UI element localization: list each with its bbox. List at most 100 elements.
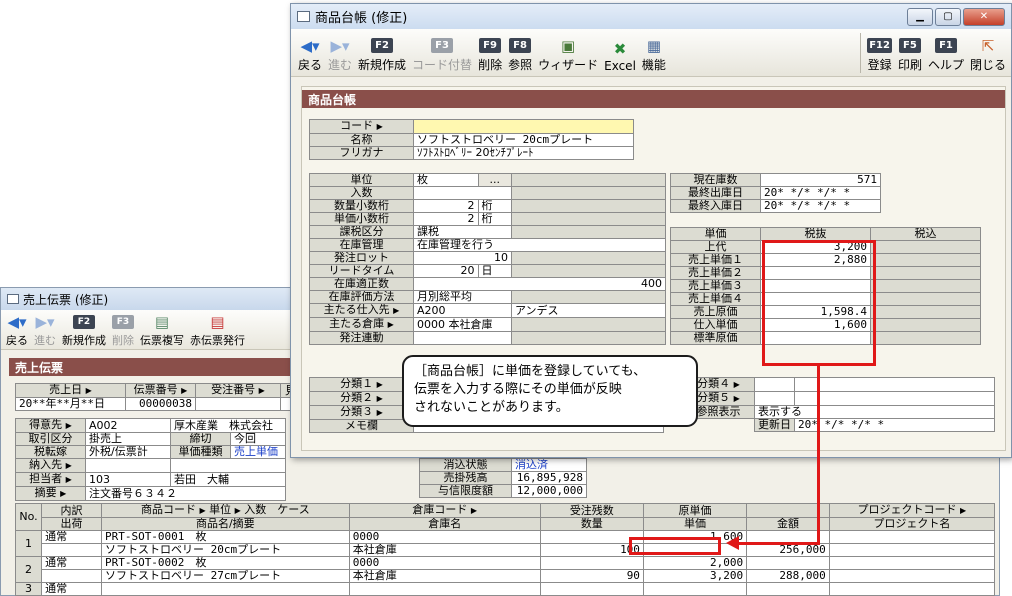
table-row[interactable]: ソフトストロベリー 20cmプレート 本社倉庫 100 256,000 xyxy=(16,543,996,557)
reference-button[interactable]: F8 参照 xyxy=(505,33,535,73)
lead-time-field[interactable]: 20 xyxy=(413,264,479,278)
window-controls: ▁ ▢ ✕ xyxy=(907,7,1005,26)
name-field[interactable]: ソフトストロベリー 20cmプレート xyxy=(413,133,634,147)
f12-key-icon: F12 xyxy=(867,38,892,53)
excel-icon: ✖ xyxy=(613,40,627,58)
main-warehouse-label: 主たる倉庫 ▶ xyxy=(309,317,414,332)
code-label: コード ▶ xyxy=(309,119,414,134)
table-row[interactable]: 1 通常 PRT-SOT-0001 枚 0000 1,600 xyxy=(14,530,996,557)
delivery-field[interactable] xyxy=(85,458,171,473)
print-button[interactable]: F5 印刷 xyxy=(895,33,925,73)
kana-label: フリガナ xyxy=(309,146,414,160)
tax-field[interactable]: 外税/伝票計 xyxy=(85,445,171,459)
grid-header-name: 商品名/摘要 xyxy=(100,517,350,531)
proper-stock-field[interactable]: 400 xyxy=(413,277,666,291)
ref-display-field[interactable]: 表示する xyxy=(754,405,995,419)
customer-label: 得意先 ▶ xyxy=(15,418,86,433)
credit-label: 与信限度額 xyxy=(419,484,512,498)
table-row[interactable]: 2 通常 PRT-SOT-0002 枚 0000 2,000 xyxy=(14,556,996,583)
qty-decimal-field[interactable]: 2 xyxy=(413,199,479,213)
balance-field: 16,895,928 xyxy=(511,471,587,485)
date-label: 売上日 ▶ xyxy=(15,383,126,398)
function-button[interactable]: ▦ 機能 xyxy=(639,33,669,73)
order-link-field[interactable] xyxy=(413,331,512,345)
red-slip-button[interactable]: ▤ 赤伝票発行 xyxy=(187,313,248,348)
help-button[interactable]: F1 ヘルプ xyxy=(925,33,967,73)
copy-slip-button[interactable]: ▤ 伝票複写 xyxy=(137,313,187,348)
grid-header-qty: 数量 xyxy=(539,517,644,531)
f5-key-icon: F5 xyxy=(898,38,921,53)
kana-field[interactable]: ｿﾌﾄｽﾄﾛﾍﾞﾘｰ 20ｾﾝﾁﾌﾟﾚｰﾄ xyxy=(413,146,634,160)
register-button[interactable]: F12 登録 xyxy=(864,33,895,73)
grid-header-proj-code: プロジェクトコード ▶ xyxy=(828,503,996,518)
valuation-field[interactable]: 月別総平均 xyxy=(413,290,512,304)
back-arrow-icon: ◀▾ xyxy=(300,37,320,55)
recode-button[interactable]: F3 コード付替 xyxy=(409,33,475,73)
slip-no-field[interactable]: 00000038 xyxy=(125,397,196,411)
f3-key-icon: F3 xyxy=(112,315,134,329)
close-button[interactable]: ⇱ 閉じる xyxy=(967,33,1009,73)
toolbar-separator xyxy=(860,33,862,73)
order-lot-field[interactable]: 10 xyxy=(413,251,512,265)
tax-class-field[interactable]: 課税 xyxy=(413,225,512,239)
forward-arrow-icon: ▶▾ xyxy=(35,313,55,331)
maximize-icon[interactable]: ▢ xyxy=(935,7,961,26)
trade-field[interactable]: 掛売上 xyxy=(85,432,171,446)
new-button[interactable]: F2 新規作成 xyxy=(59,314,109,348)
forward-button[interactable]: ▶▾ 進む xyxy=(31,313,59,348)
unit-lookup-button[interactable]: ... xyxy=(477,173,513,187)
grid-header-wh-name: 倉庫名 xyxy=(348,517,541,531)
category3-label: 分類３ ▶ xyxy=(309,405,414,420)
back-button[interactable]: ◀▾ 戻る xyxy=(295,33,325,73)
main-supplier-field[interactable]: A200 xyxy=(413,303,512,318)
table-row[interactable]: 3 通常 xyxy=(14,582,996,596)
stock-control-field[interactable]: 在庫管理を行う xyxy=(413,238,666,252)
customer-code-field[interactable]: A002 xyxy=(85,418,171,433)
tax-label: 税転嫁 xyxy=(15,445,86,459)
f9-key-icon: F9 xyxy=(479,38,502,53)
lead-time-label: リードタイム xyxy=(309,264,414,278)
unit-field[interactable]: 枚 xyxy=(413,173,479,187)
minimize-icon[interactable]: ▁ xyxy=(907,7,933,26)
window-title: 売上伝票 (修正) xyxy=(23,292,109,307)
order-no-field[interactable] xyxy=(195,397,281,411)
name-label: 名称 xyxy=(309,133,414,147)
f2-key-icon: F2 xyxy=(73,315,95,329)
price-decimal-label: 単価小数桁 xyxy=(309,212,414,226)
delete-button[interactable]: F3 削除 xyxy=(109,314,137,348)
product-ledger-toolbar: ◀▾ 戻る ▶▾ 進む F2 新規作成 F3 コード付替 F9 削除 F8 参照… xyxy=(291,29,1011,77)
customer-name-field[interactable]: 厚木産業 株式会社 xyxy=(170,418,286,433)
new-button[interactable]: F2 新規作成 xyxy=(355,33,409,73)
staff-label: 担当者 ▶ xyxy=(15,472,86,487)
excel-button[interactable]: ✖ Excel xyxy=(601,33,639,73)
current-stock-field: 571 xyxy=(760,173,881,187)
forward-button[interactable]: ▶▾ 進む xyxy=(325,33,355,73)
date-field[interactable]: 20**年**月**日 xyxy=(15,397,126,411)
pack-qty-field[interactable] xyxy=(413,186,512,200)
code-field[interactable] xyxy=(413,119,634,134)
delete-button[interactable]: F9 削除 xyxy=(475,33,505,73)
grid-header-no: No. xyxy=(14,503,43,531)
wizard-button[interactable]: ▣ ウィザード xyxy=(535,33,601,73)
memo-field[interactable]: 注文番号６３４２ xyxy=(85,486,286,501)
stock-control-label: 在庫管理 xyxy=(309,238,414,252)
callout-line1: ［商品台帳］に単価を登録していても、 xyxy=(414,364,647,379)
order-no-label: 受注番号 ▶ xyxy=(195,383,281,398)
staff-code-field[interactable]: 103 xyxy=(85,472,171,487)
f8-key-icon: F8 xyxy=(509,38,532,53)
valuation-label: 在庫評価方法 xyxy=(309,290,414,304)
updated-field: 20* */* */* * xyxy=(794,418,995,432)
price-decimal-field[interactable]: 2 xyxy=(413,212,479,226)
grid-header-price: 単価 xyxy=(642,517,748,531)
price-type-field[interactable]: 売上単価 xyxy=(230,445,286,459)
grid-header-ship: 出荷 xyxy=(41,517,102,531)
back-button[interactable]: ◀▾ 戻る xyxy=(3,313,31,348)
tax-class-label: 課税区分 xyxy=(309,225,414,239)
close-field[interactable]: 今回 xyxy=(230,432,286,446)
back-arrow-icon: ◀▾ xyxy=(7,313,27,331)
table-row[interactable]: ソフトストロベリー 27cmプレート 本社倉庫 90 3,200 288,000 xyxy=(16,569,996,583)
red-slip-icon: ▤ xyxy=(210,313,225,331)
close-icon[interactable]: ✕ xyxy=(963,7,1005,26)
attributes-table: 単位 枚 ... 入数 数量小数桁 2 桁 単価小数桁 2 桁 課税区分 課税 在庫管理在… xyxy=(309,173,666,345)
pack-qty-label: 入数 xyxy=(309,186,414,200)
